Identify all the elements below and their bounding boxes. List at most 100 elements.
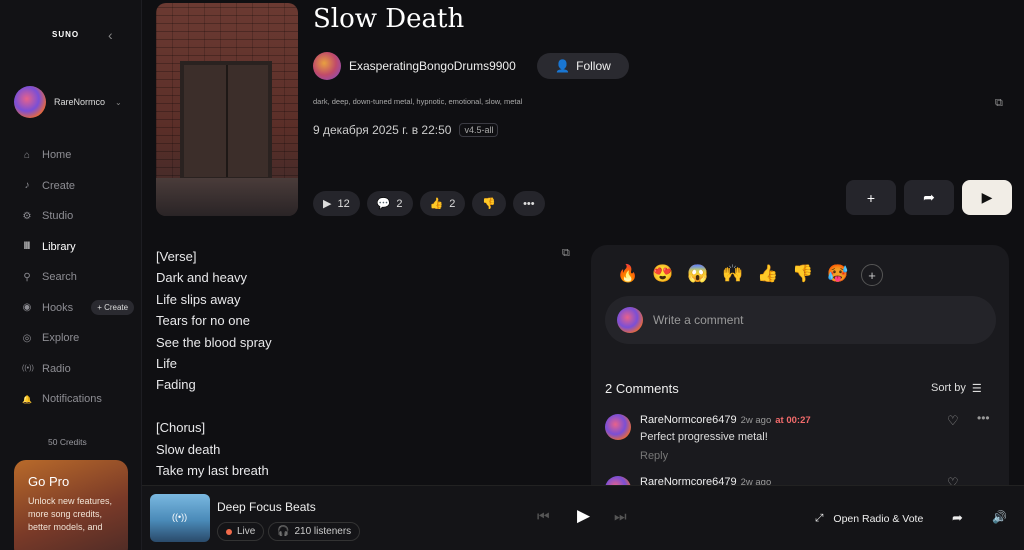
- comment-user[interactable]: RareNormcore6479: [640, 476, 737, 485]
- hooks-icon: ◉: [22, 302, 32, 314]
- play-icon: ▶: [323, 198, 332, 210]
- follow-label: Follow: [576, 59, 611, 73]
- heart-icon[interactable]: ♡: [947, 476, 959, 485]
- comments-count: 2 Comments: [605, 381, 679, 396]
- dislike-button[interactable]: 👎: [472, 191, 507, 216]
- comment-item: RareNormcore6479 2w ago at 00:27 Perfect p…: [605, 411, 1000, 464]
- cover-door: [180, 61, 272, 181]
- sort-by-button[interactable]: Sort by ☰: [931, 382, 982, 395]
- scream-emoji[interactable]: 😱: [686, 264, 710, 286]
- play-icon[interactable]: ▶: [577, 506, 590, 526]
- follow-button[interactable]: 👤 Follow: [537, 53, 629, 79]
- heart-eyes-emoji[interactable]: 😍: [651, 264, 675, 286]
- previous-icon[interactable]: ⏮: [537, 508, 550, 525]
- song-date-row: 9 декабря 2025 г. в 22:50 v4.5-all: [313, 123, 499, 137]
- play-button[interactable]: ▶: [962, 180, 1012, 215]
- sidebar-item-library[interactable]: Ⅲ Library: [22, 232, 137, 263]
- sidebar-item-label: Studio: [42, 210, 74, 223]
- share-icon: ➦: [923, 189, 935, 205]
- sidebar-item-radio[interactable]: ((•)) Radio: [22, 354, 137, 385]
- comment-count: 2: [396, 197, 403, 210]
- like-button[interactable]: 👍 2: [419, 191, 466, 216]
- comment-icon: 💬: [376, 198, 391, 210]
- avatar[interactable]: [605, 414, 631, 440]
- go-pro-card[interactable]: Go Pro Unlock new features, more song cr…: [14, 460, 128, 550]
- open-radio-button[interactable]: ⤢ Open Radio & Vote: [815, 512, 923, 525]
- go-pro-title: Go Pro: [28, 474, 70, 489]
- brand-logo[interactable]: SUNO: [52, 30, 79, 39]
- comment-time: 2w ago: [740, 415, 772, 426]
- collapse-sidebar-icon[interactable]: ‹: [108, 27, 113, 43]
- play-count: 12: [337, 197, 350, 210]
- comment-count-button[interactable]: 💬 2: [366, 191, 413, 216]
- sidebar-item-explore[interactable]: ◎ Explore: [22, 323, 137, 354]
- sidebar-item-studio[interactable]: ⚙ Studio: [22, 201, 137, 232]
- share-icon[interactable]: ➦: [952, 510, 963, 526]
- song-date: 9 декабря 2025 г. в 22:50: [313, 123, 452, 137]
- song-tags[interactable]: dark, deep, down-tuned metal, hypnotic, …: [313, 97, 522, 106]
- song-actions: + ➦ ▶: [846, 180, 1012, 215]
- go-pro-text: Unlock new features, more song credits, …: [28, 496, 113, 532]
- app-root: SUNO ‹ RareNormco ⌄ ⌂ Home ♪ Create ⚙ St…: [0, 0, 1024, 550]
- radio-thumbnail[interactable]: ((•)): [150, 494, 210, 542]
- next-icon[interactable]: ⏭: [614, 508, 627, 525]
- more-icon: •••: [523, 197, 535, 210]
- sidebar-item-search[interactable]: ⚲ Search: [22, 262, 137, 293]
- live-badge: Live: [217, 522, 265, 541]
- heart-icon[interactable]: ♡: [947, 413, 959, 429]
- live-label: Live: [237, 526, 256, 537]
- hooks-create-button[interactable]: + Create: [91, 300, 135, 316]
- comment-user[interactable]: RareNormcore6479: [640, 414, 737, 426]
- add-reaction-icon[interactable]: +: [861, 264, 883, 286]
- fire-emoji[interactable]: 🔥: [616, 264, 640, 286]
- lyrics-text: [Verse] Dark and heavy Life slips away T…: [156, 249, 272, 479]
- search-icon: ⚲: [23, 271, 31, 283]
- sidebar-item-label: Create: [42, 179, 76, 192]
- sort-label: Sort by: [931, 382, 966, 394]
- sidebar-item-label: Notifications: [42, 393, 102, 406]
- sidebar-item-create[interactable]: ♪ Create: [22, 171, 137, 202]
- studio-icon: ⚙: [22, 210, 32, 222]
- sidebar-item-home[interactable]: ⌂ Home: [22, 140, 137, 171]
- open-radio-label: Open Radio & Vote: [833, 512, 924, 525]
- cover-floor: [156, 178, 298, 216]
- volume-icon[interactable]: 🔊: [992, 510, 1007, 524]
- comment-input[interactable]: Write a comment: [605, 296, 996, 344]
- sidebar-item-notifications[interactable]: 🔔 Notifications: [22, 384, 137, 415]
- artist-link[interactable]: ExasperatingBongoDrums9900: [313, 52, 516, 80]
- player-bar: ((•)) Deep Focus Beats Live 🎧 210 listen…: [142, 485, 1024, 550]
- home-icon: ⌂: [23, 149, 31, 161]
- reply-button[interactable]: Reply: [640, 450, 668, 462]
- now-playing-title[interactable]: Deep Focus Beats: [217, 500, 316, 514]
- hot-face-emoji[interactable]: 🥵: [826, 264, 850, 286]
- listeners-count: 210 listeners: [294, 526, 352, 537]
- listeners-badge: 🎧 210 listeners: [268, 522, 361, 541]
- sidebar-item-hooks[interactable]: ◉ Hooks + Create: [22, 293, 137, 324]
- raised-hands-emoji[interactable]: 🙌: [721, 264, 745, 286]
- expand-icon: ⤢: [815, 512, 824, 524]
- artist-avatar: [313, 52, 341, 80]
- thumbs-down-icon: 👎: [482, 198, 497, 210]
- avatar: [617, 307, 643, 333]
- share-button[interactable]: ➦: [904, 180, 954, 215]
- music-note-icon: ♪: [24, 180, 30, 192]
- thumbs-down-emoji[interactable]: 👎: [791, 264, 815, 286]
- avatar[interactable]: [605, 476, 631, 485]
- bell-icon: 🔔: [22, 394, 32, 404]
- thumbs-up-emoji[interactable]: 👍: [756, 264, 780, 286]
- copy-icon[interactable]: ⧉: [995, 97, 1003, 110]
- more-icon[interactable]: •••: [977, 411, 990, 425]
- add-to-playlist-button[interactable]: +: [846, 180, 896, 215]
- copy-lyrics-icon[interactable]: ⧉: [562, 247, 570, 260]
- radio-wave-icon: ((•)): [172, 512, 188, 522]
- radio-icon: ((•)): [22, 365, 34, 373]
- sidebar: SUNO ‹ RareNormco ⌄ ⌂ Home ♪ Create ⚙ St…: [0, 0, 142, 550]
- sidebar-item-label: Library: [42, 240, 76, 253]
- user-menu[interactable]: RareNormco ⌄: [14, 86, 122, 118]
- chevron-down-icon: ⌄: [115, 97, 122, 107]
- song-stats: ▶ 12 💬 2 👍 2 👎 •••: [313, 191, 545, 216]
- play-count-button[interactable]: ▶ 12: [313, 191, 360, 216]
- more-options-button[interactable]: •••: [513, 191, 545, 216]
- comment-timestamp-link[interactable]: at 00:27: [775, 415, 810, 426]
- comment-time: 2w ago: [740, 477, 772, 485]
